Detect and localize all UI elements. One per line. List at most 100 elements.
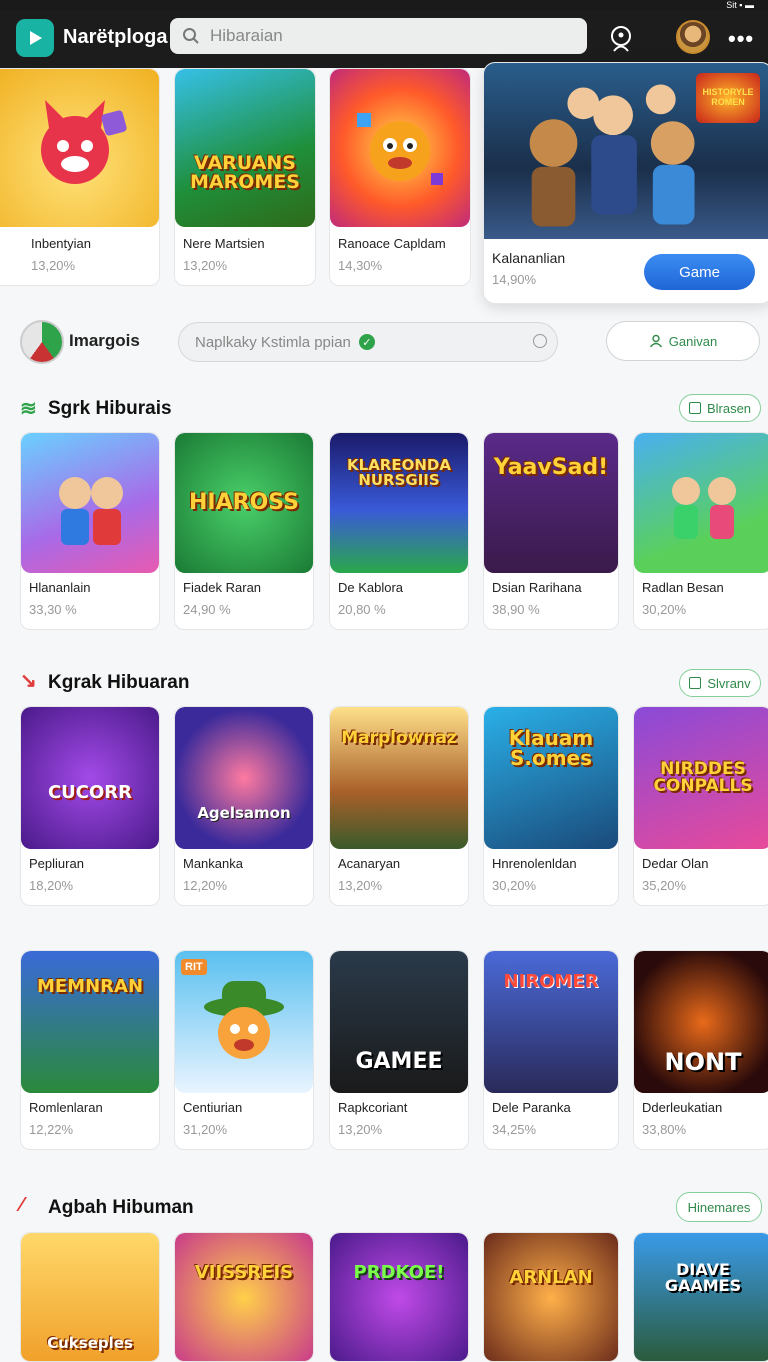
search-bar[interactable] xyxy=(170,18,587,54)
section-icon: ⁄ xyxy=(20,1194,24,1216)
game-thumbnail xyxy=(330,69,470,227)
thumbnail-title: NIRDDES CONPALLS xyxy=(653,759,753,796)
thumbnail-badge: RIT xyxy=(181,959,207,975)
app-logo[interactable] xyxy=(16,19,54,57)
game-thumbnail: Agelsamon xyxy=(175,707,313,849)
game-card[interactable]: CUCORR Pepliuran 18,20% xyxy=(20,706,160,906)
game-thumbnail: NIRDDES CONPALLS xyxy=(634,707,768,849)
featured-card[interactable]: VARUANS MAROMES Nere Martsien 13,20% xyxy=(174,68,316,286)
more-menu-icon[interactable]: ••• xyxy=(728,26,754,52)
thumbnail-title: CUCORR xyxy=(47,782,133,803)
game-percent: 12,22% xyxy=(29,1122,74,1137)
avatar[interactable] xyxy=(676,20,710,54)
game-card[interactable]: YaavSad! Dsian Rarihana 38,90 % xyxy=(483,432,619,630)
game-card[interactable]: NIRDDES CONPALLS Dedar Olan 35,20% xyxy=(633,706,768,906)
grid-icon xyxy=(689,677,702,689)
thumbnail-title: YaavSad! xyxy=(493,455,609,480)
game-card[interactable]: Radlan Besan 30,20% xyxy=(633,432,768,630)
game-card[interactable]: NONT Dderleukatian 33,80% xyxy=(633,950,768,1150)
section-view-all-button[interactable]: Slvranv xyxy=(679,669,761,697)
game-thumbnail xyxy=(0,69,159,227)
section-view-all-button[interactable]: Blrasen xyxy=(679,394,761,422)
game-card[interactable]: GAMEE Rapkcoriant 13,20% xyxy=(329,950,469,1150)
user-profile-button[interactable] xyxy=(604,22,638,56)
top-bar: Narëtploga ••• xyxy=(0,10,768,68)
game-name: De Kablora xyxy=(338,580,404,595)
thumbnail-title: Marplownaz xyxy=(341,727,457,748)
pill-label: Slvranv xyxy=(707,675,751,691)
game-thumbnail: NIROMER xyxy=(484,951,618,1093)
app-title: Narëtploga xyxy=(63,26,168,48)
featured-card[interactable]: Ranoace Capldam 14,30% xyxy=(329,68,471,286)
game-percent: 33,30 % xyxy=(29,602,77,617)
person-icon xyxy=(649,334,662,348)
game-card[interactable]: HIAROSS Fiadek Raran 24,90 % xyxy=(174,432,314,630)
status-bar: Sit ▪ ▬ xyxy=(0,0,768,10)
game-card[interactable]: Hlananlain 33,30 % xyxy=(20,432,160,630)
thumbnail-title: GAMEE xyxy=(355,1049,443,1074)
clear-circle-icon[interactable] xyxy=(533,334,547,348)
game-thumbnail: VARUANS MAROMES xyxy=(175,69,315,227)
game-thumbnail: PRDKOE! xyxy=(330,1233,468,1361)
section-view-all-button[interactable]: Hinemares xyxy=(676,1192,762,1222)
game-thumbnail: KLAREONDA NURSGIIS xyxy=(330,433,468,573)
thumbnail-title: HIAROSS xyxy=(189,490,299,515)
game-card[interactable]: NIROMER Dele Paranka 34,25% xyxy=(483,950,619,1150)
follow-label: Ganivan xyxy=(668,333,718,349)
filter-field[interactable]: Naplkaky Kstimla ppian ✓ xyxy=(178,322,558,362)
kids-characters-icon xyxy=(59,477,123,545)
game-card[interactable]: ARNLAN xyxy=(483,1232,619,1362)
thumbnail-title: Klauam S.omes xyxy=(508,726,594,770)
thumbnail-title: NONT xyxy=(664,1048,742,1076)
game-name: Pepliuran xyxy=(29,856,84,871)
thumbnail-title: NIROMER xyxy=(503,971,599,992)
game-thumbnail: Marplownaz xyxy=(330,707,468,849)
game-name: Acanaryan xyxy=(338,856,401,871)
game-percent: 12,20% xyxy=(183,878,228,893)
game-percent: 20,80 % xyxy=(338,602,386,617)
filter-text: Naplkaky Kstimla ppian xyxy=(195,333,351,351)
pill-label: Hinemares xyxy=(687,1199,751,1215)
game-card[interactable]: PRDKOE! xyxy=(329,1232,469,1362)
game-button[interactable]: Game xyxy=(644,254,755,290)
section-icon: ≋ xyxy=(20,398,37,420)
game-thumbnail xyxy=(634,433,768,573)
game-thumbnail: CUCORR xyxy=(21,707,159,849)
game-name: Centiurian xyxy=(183,1100,243,1115)
game-card[interactable]: DIAVE GAAMES xyxy=(633,1232,768,1362)
game-percent: 24,90 % xyxy=(183,602,231,617)
featured-card[interactable]: Inbentyian 13,20% xyxy=(0,68,160,286)
game-card[interactable]: VIISSREIS xyxy=(174,1232,314,1362)
section-title: Kgrak Hibuaran xyxy=(48,672,190,693)
section-title: Sgrk Hiburais xyxy=(48,398,172,419)
play-icon xyxy=(30,31,42,45)
user-icon xyxy=(611,26,631,52)
monster-character-icon xyxy=(357,113,443,185)
game-card[interactable]: KLAREONDA NURSGIIS De Kablora 20,80 % xyxy=(329,432,469,630)
game-name: Mankanka xyxy=(183,856,243,871)
game-percent: 18,20% xyxy=(29,878,74,893)
verified-check-icon: ✓ xyxy=(358,334,375,350)
game-card[interactable]: Agelsamon Mankanka 12,20% xyxy=(174,706,314,906)
game-card[interactable]: Marplownaz Acanaryan 13,20% xyxy=(329,706,469,906)
fox-mascot-icon xyxy=(41,100,127,184)
thumbnail-title: Cukseples xyxy=(47,1333,133,1352)
game-card[interactable]: RIT Centiurian 31,20% xyxy=(174,950,314,1150)
game-card[interactable]: Klauam S.omes Hnrenolenldan 30,20% xyxy=(483,706,619,906)
follow-button[interactable]: Ganivan xyxy=(606,321,760,361)
game-percent: 14,90% xyxy=(492,272,537,287)
search-input[interactable] xyxy=(210,26,570,46)
thumbnail-title: PRDKOE! xyxy=(353,1262,445,1283)
game-card[interactable]: Cukseples xyxy=(20,1232,160,1362)
game-name: Dedar Olan xyxy=(642,856,709,871)
game-percent: 13,20% xyxy=(338,878,383,893)
category-avatar[interactable] xyxy=(20,320,64,364)
thumbnail-title: MEMNRAN xyxy=(36,976,144,997)
game-thumbnail: GAMEE xyxy=(330,951,468,1093)
kids-characters-icon xyxy=(672,477,736,539)
game-thumbnail: NONT xyxy=(634,951,768,1093)
game-card[interactable]: MEMNRAN Romlenlaran 12,22% xyxy=(20,950,160,1150)
game-name: Fiadek Raran xyxy=(183,580,262,595)
game-name: Hlananlain xyxy=(29,580,91,595)
game-thumbnail: YaavSad! xyxy=(484,433,618,573)
